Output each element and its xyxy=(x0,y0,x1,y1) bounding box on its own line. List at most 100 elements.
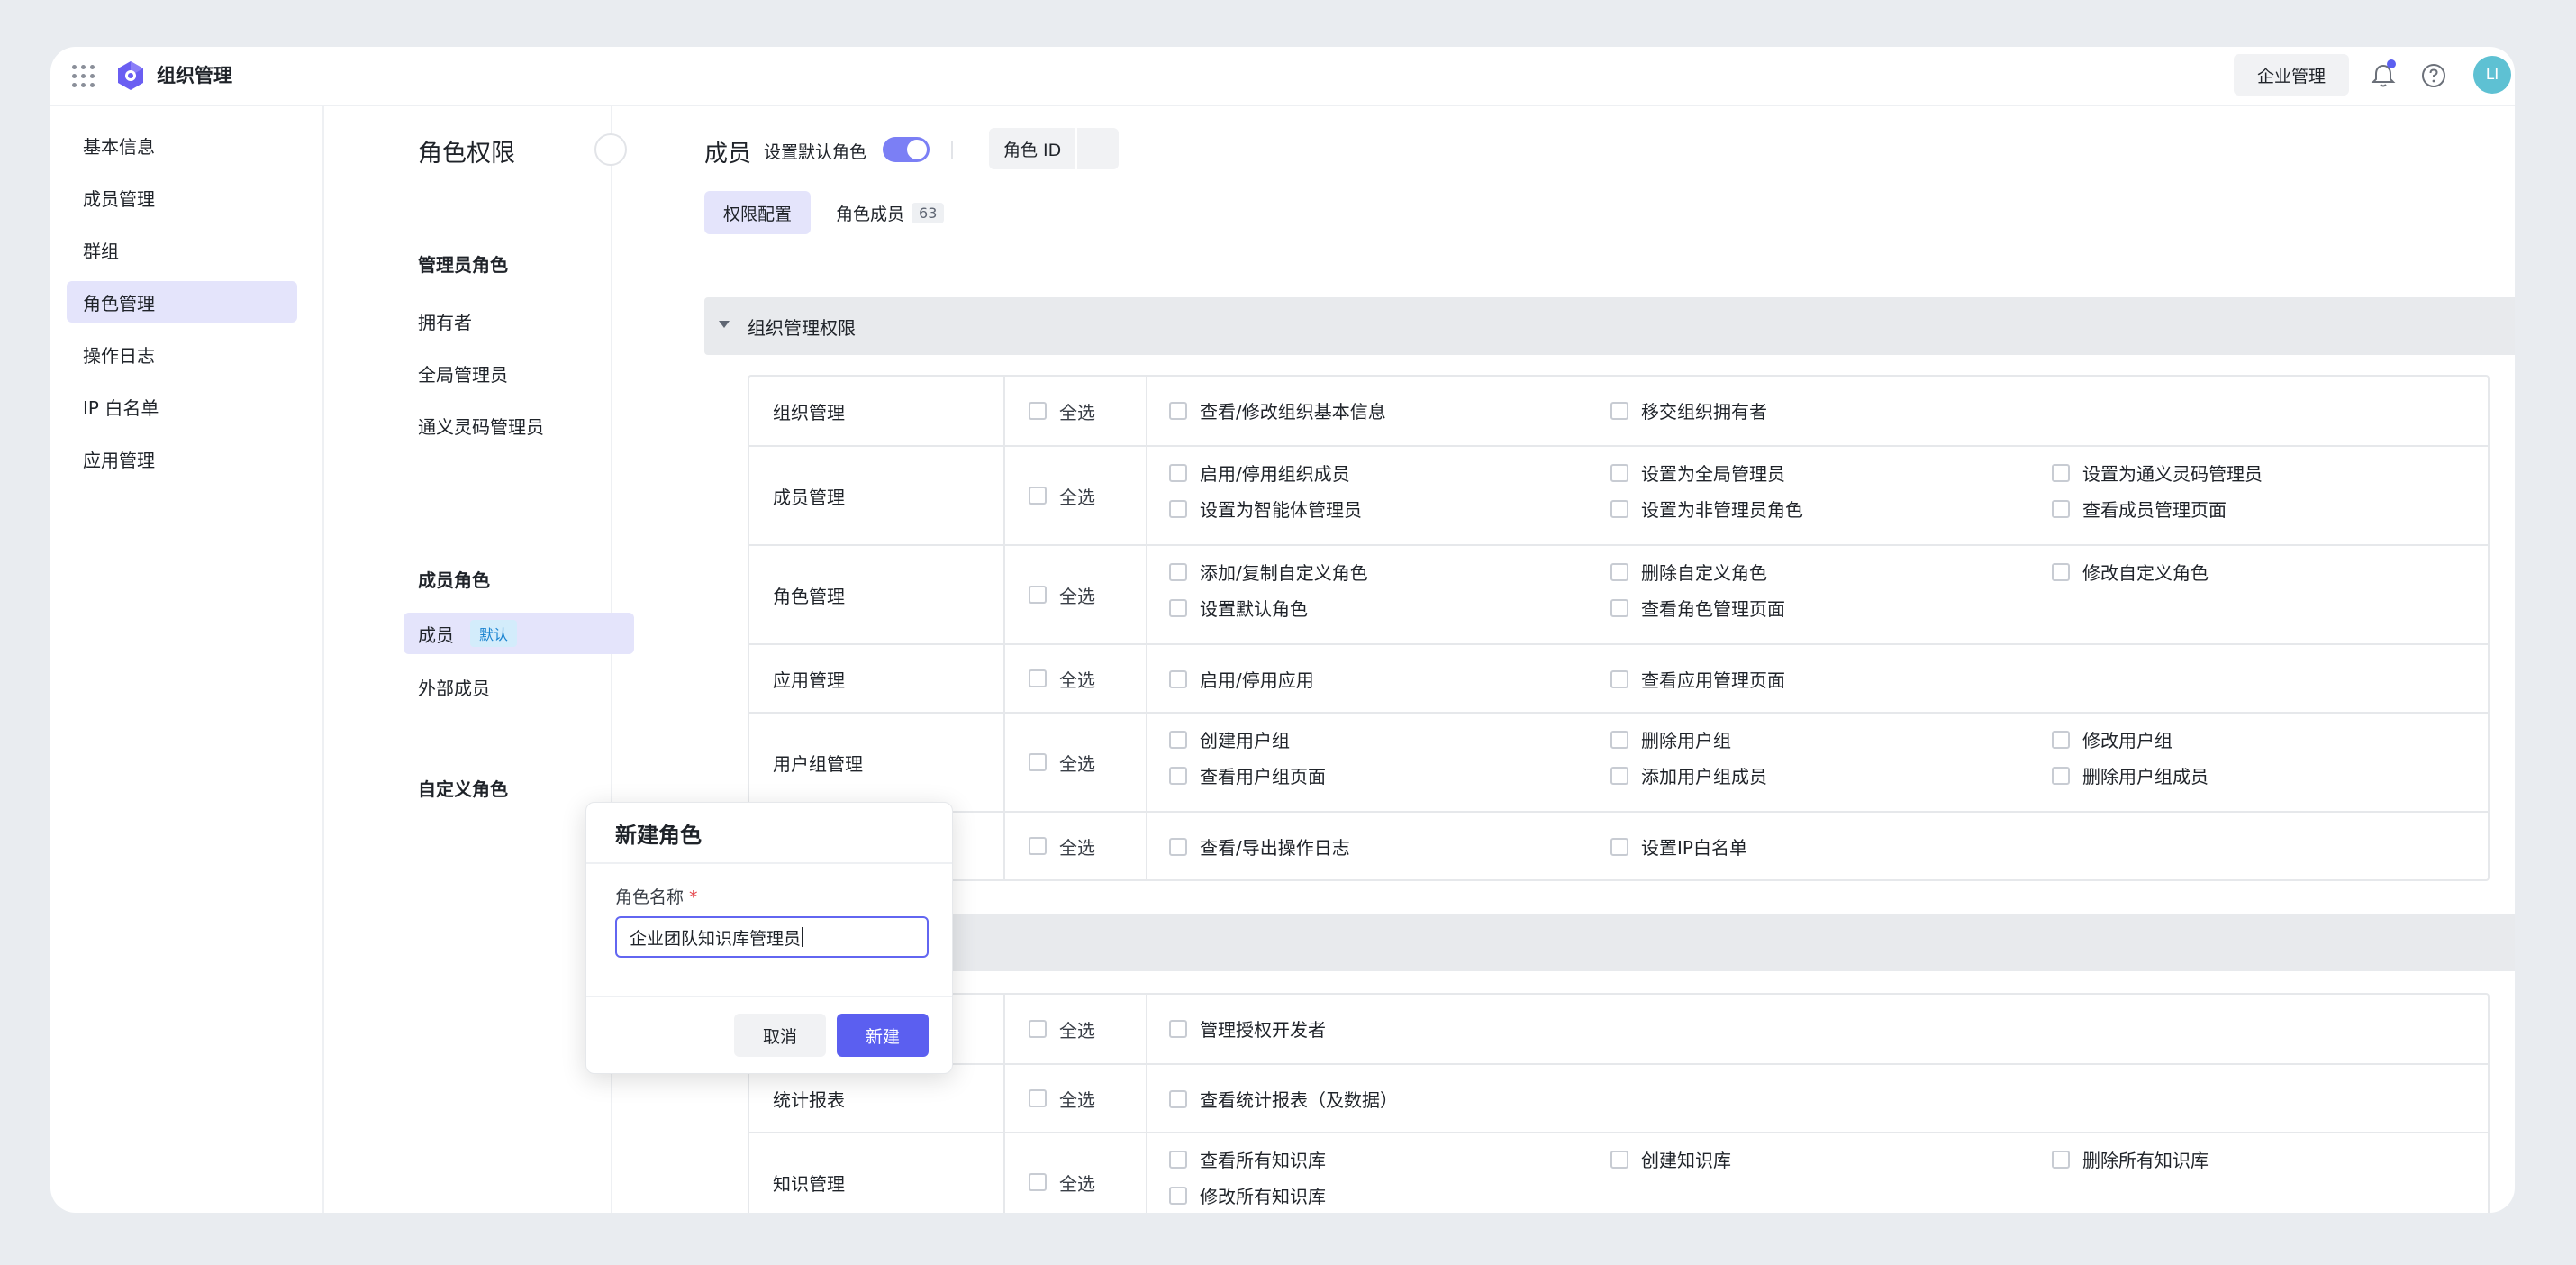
role-item-owner[interactable]: 拥有者 xyxy=(418,308,472,334)
checkbox-icon[interactable] xyxy=(1029,837,1047,855)
cancel-button[interactable]: 取消 xyxy=(734,1014,826,1057)
tab-role-members[interactable]: 角色成员 63 xyxy=(836,191,945,234)
checkbox-icon[interactable] xyxy=(1610,1150,1628,1169)
create-button[interactable]: 新建 xyxy=(837,1014,929,1057)
checkbox-icon[interactable] xyxy=(1610,766,1628,785)
default-role-toggle[interactable] xyxy=(883,137,930,162)
role-item-lingma-admin[interactable]: 通义灵码管理员 xyxy=(418,413,544,439)
select-all-checkbox[interactable]: 全选 xyxy=(1005,1133,1147,1213)
checkbox-icon[interactable] xyxy=(1029,1089,1047,1107)
permission-checkbox[interactable]: 查看应用管理页面 xyxy=(1610,666,1785,692)
checkbox-icon[interactable] xyxy=(1610,669,1628,688)
sidebar-item-basic-info[interactable]: 基本信息 xyxy=(67,124,297,166)
permission-checkbox[interactable]: 删除用户组成员 xyxy=(2052,762,2209,788)
checkbox-icon[interactable] xyxy=(1169,766,1187,785)
checkbox-icon[interactable] xyxy=(1610,401,1628,420)
select-all-checkbox[interactable]: 全选 xyxy=(1005,377,1147,445)
checkbox-icon[interactable] xyxy=(1610,463,1628,482)
sidebar-item-ip-whitelist[interactable]: IP 白名单 xyxy=(67,386,297,427)
checkbox-icon[interactable] xyxy=(1169,730,1187,749)
permission-checkbox[interactable]: 查看所有知识库 xyxy=(1169,1146,1326,1172)
checkbox-icon[interactable] xyxy=(1169,669,1187,688)
checkbox-icon[interactable] xyxy=(1029,487,1047,505)
checkbox-icon[interactable] xyxy=(1169,1186,1187,1205)
select-all-checkbox[interactable]: 全选 xyxy=(1005,995,1147,1063)
role-name-input[interactable]: 企业团队知识库管理员 xyxy=(615,916,929,958)
checkbox-icon[interactable] xyxy=(1169,499,1187,518)
app-grid-icon[interactable] xyxy=(70,63,97,90)
permission-checkbox[interactable]: 设置为智能体管理员 xyxy=(1169,496,1362,522)
checkbox-icon[interactable] xyxy=(1029,753,1047,771)
permission-checkbox[interactable]: 创建用户组 xyxy=(1169,726,1290,752)
permission-checkbox[interactable]: 管理授权开发者 xyxy=(1169,1015,1326,1042)
checkbox-icon[interactable] xyxy=(1169,1150,1187,1169)
permission-checkbox[interactable]: 删除用户组 xyxy=(1610,726,1731,752)
role-item-member[interactable]: 成员 默认 xyxy=(404,613,634,654)
checkbox-icon[interactable] xyxy=(1029,586,1047,604)
checkbox-icon[interactable] xyxy=(1169,401,1187,420)
checkbox-icon[interactable] xyxy=(2052,463,2070,482)
checkbox-icon[interactable] xyxy=(1610,499,1628,518)
permission-checkbox[interactable]: 查看角色管理页面 xyxy=(1610,595,1785,621)
sidebar-item-groups[interactable]: 群组 xyxy=(67,229,297,270)
checkbox-icon[interactable] xyxy=(1610,837,1628,856)
checkbox-icon[interactable] xyxy=(2052,730,2070,749)
checkbox-icon[interactable] xyxy=(1029,402,1047,420)
permission-checkbox[interactable]: 添加用户组成员 xyxy=(1610,762,1767,788)
checkbox-icon[interactable] xyxy=(1169,463,1187,482)
select-all-checkbox[interactable]: 全选 xyxy=(1005,645,1147,712)
permission-checkbox[interactable]: 查看/修改组织基本信息 xyxy=(1169,397,1386,423)
checkbox-icon[interactable] xyxy=(1029,1020,1047,1038)
help-icon[interactable] xyxy=(2419,61,2448,90)
checkbox-icon[interactable] xyxy=(1610,562,1628,581)
checkbox-icon[interactable] xyxy=(1610,730,1628,749)
select-all-checkbox[interactable]: 全选 xyxy=(1005,714,1147,811)
checkbox-icon[interactable] xyxy=(1169,1019,1187,1038)
enterprise-management-button[interactable]: 企业管理 xyxy=(2234,54,2349,96)
checkbox-icon[interactable] xyxy=(2052,1150,2070,1169)
checkbox-icon[interactable] xyxy=(1610,598,1628,617)
select-all-checkbox[interactable]: 全选 xyxy=(1005,813,1147,879)
permission-checkbox[interactable]: 设置为非管理员角色 xyxy=(1610,496,1803,522)
sidebar-item-roles[interactable]: 角色管理 xyxy=(67,281,297,323)
checkbox-icon[interactable] xyxy=(2052,499,2070,518)
permission-checkbox[interactable]: 查看统计报表（及数据） xyxy=(1169,1086,1398,1112)
checkbox-icon[interactable] xyxy=(2052,766,2070,785)
permission-checkbox[interactable]: 查看用户组页面 xyxy=(1169,762,1326,788)
permission-checkbox[interactable]: 修改用户组 xyxy=(2052,726,2172,752)
permission-checkbox[interactable]: 查看成员管理页面 xyxy=(2052,496,2227,522)
permission-checkbox[interactable]: 设置为全局管理员 xyxy=(1610,460,1785,486)
checkbox-icon[interactable] xyxy=(1029,1173,1047,1191)
permission-checkbox[interactable]: 启用/停用组织成员 xyxy=(1169,460,1350,486)
role-item-global-admin[interactable]: 全局管理员 xyxy=(418,360,508,387)
checkbox-icon[interactable] xyxy=(1169,1089,1187,1108)
permission-checkbox[interactable]: 修改自定义角色 xyxy=(2052,559,2209,585)
select-all-checkbox[interactable]: 全选 xyxy=(1005,546,1147,643)
permission-checkbox[interactable]: 查看/导出操作日志 xyxy=(1169,833,1350,860)
permission-checkbox[interactable]: 设置默认角色 xyxy=(1169,595,1308,621)
section-second[interactable] xyxy=(704,914,2515,971)
permission-checkbox[interactable]: 设置IP白名单 xyxy=(1610,833,1747,860)
permission-checkbox[interactable]: 添加/复制自定义角色 xyxy=(1169,559,1368,585)
permission-checkbox[interactable]: 启用/停用应用 xyxy=(1169,666,1314,692)
checkbox-icon[interactable] xyxy=(1029,669,1047,687)
checkbox-icon[interactable] xyxy=(1169,598,1187,617)
permission-checkbox[interactable]: 删除所有知识库 xyxy=(2052,1146,2209,1172)
sidebar-item-members[interactable]: 成员管理 xyxy=(67,177,297,218)
permission-checkbox[interactable]: 设置为通义灵码管理员 xyxy=(2052,460,2263,486)
role-id-field[interactable]: 角色 ID xyxy=(989,128,1119,169)
checkbox-icon[interactable] xyxy=(1169,837,1187,856)
checkbox-icon[interactable] xyxy=(1169,562,1187,581)
section-org-permissions[interactable]: 组织管理权限 xyxy=(704,297,2515,355)
permission-checkbox[interactable]: 删除自定义角色 xyxy=(1610,559,1767,585)
sidebar-item-apps[interactable]: 应用管理 xyxy=(67,438,297,479)
checkbox-icon[interactable] xyxy=(2052,562,2070,581)
permission-checkbox[interactable]: 创建知识库 xyxy=(1610,1146,1731,1172)
sidebar-item-logs[interactable]: 操作日志 xyxy=(67,333,297,375)
user-avatar[interactable]: LI xyxy=(2473,56,2511,94)
select-all-checkbox[interactable]: 全选 xyxy=(1005,447,1147,544)
permission-checkbox[interactable]: 修改所有知识库 xyxy=(1169,1182,1326,1208)
permission-checkbox[interactable]: 移交组织拥有者 xyxy=(1610,397,1767,423)
role-item-external-member[interactable]: 外部成员 xyxy=(418,674,490,700)
tab-permission-config[interactable]: 权限配置 xyxy=(704,191,811,234)
